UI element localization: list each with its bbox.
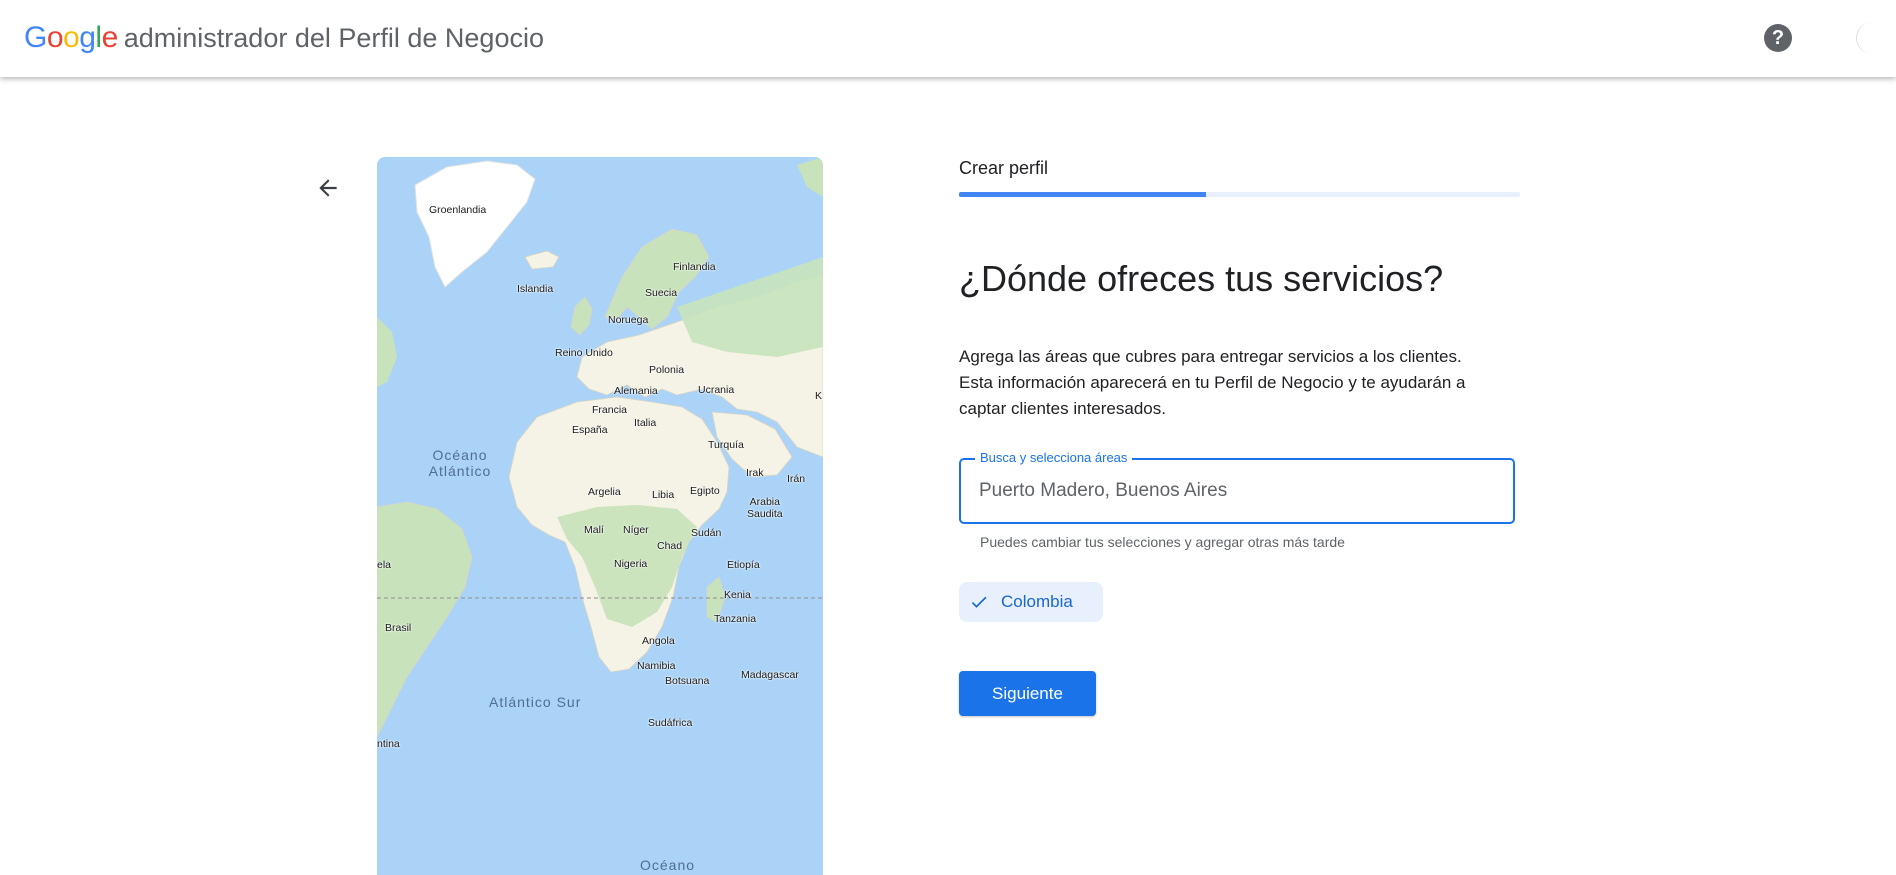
asia-edge [797,157,823,197]
map-label: Reino Unido [555,347,613,359]
map-label: Sudáfrica [648,717,693,729]
world-map[interactable]: Groenlandia Islandia Finlandia Suecia No… [377,157,823,875]
description-line: Agrega las áreas que cubres para entrega… [959,347,1462,366]
account-avatar[interactable] [1856,22,1889,54]
description-line: captar clientes interesados. [959,399,1166,418]
map-label: Argelia [588,486,621,498]
map-label: Brasil [385,622,412,634]
map-label: Italia [634,417,657,429]
map-label: Etiopía [727,559,760,571]
ocean-label: Océano [640,857,696,873]
ocean-label: Atlántico Sur [489,694,582,710]
brand[interactable]: Google administrador del Perfil de Negoc… [24,20,544,56]
ocean-label-line: Atlántico [428,463,492,479]
south-america-shape [377,501,473,738]
helper-text: Puedes cambiar tus selecciones y agregar… [980,534,1345,550]
map-label: Francia [592,404,628,416]
map-label: Nigeria [614,558,648,570]
map-label: Kenia [724,589,751,601]
help-symbol: ? [1771,26,1785,49]
search-label: Busca y selecciona áreas [975,450,1133,465]
map-label: Angola [642,635,675,647]
step-label: Crear perfil [959,158,1049,178]
map-label: ela [377,559,392,571]
map-label: Noruega [608,314,649,326]
map-label: Botsuana [665,675,710,687]
map-label: Libia [652,489,675,501]
selected-area-chip[interactable]: Colombia [959,582,1103,622]
map-label: Polonia [649,364,685,376]
arrow-left-icon [319,179,337,197]
greenland-shape [414,160,536,288]
map-label: Chad [657,540,683,552]
britain-shape [570,296,593,336]
map-label-line: Saudita [747,508,783,520]
check-icon [971,596,987,608]
map-label: España [572,424,608,436]
area-search-input[interactable] [979,476,1499,506]
ocean-label: Océano Atlántico [415,447,505,479]
map-label: Sudán [691,527,722,539]
map-label: Alemania [614,385,658,397]
map-label-line: Arabia [749,496,780,508]
map-label: Islandia [517,283,554,295]
area-search-field[interactable]: Busca y selecciona áreas [959,450,1515,524]
app-header: Google administrador del Perfil de Negoc… [0,0,1896,77]
progress-bar [959,192,1520,197]
product-name: administrador del Perfil de Negocio [123,22,544,53]
map-label: Groenlandia [429,204,487,216]
back-button[interactable] [308,168,348,208]
progress-fill [959,192,1206,197]
map-label: K [815,390,823,402]
map-label: Suecia [645,287,678,299]
chip-label: Colombia [1001,592,1073,611]
google-logo: Google [24,21,118,54]
map-label: Turquía [708,439,744,451]
map-label: Finlandia [673,261,716,273]
map-label: Egipto [690,485,720,497]
map-label: Madagascar [741,669,799,681]
map-label: Irán [787,473,806,485]
north-america-edge [377,317,397,387]
map-label: Ucrania [698,384,735,396]
map-label: Namibia [637,660,676,672]
map-label: Níger [623,524,649,536]
map-label: Tanzania [714,613,757,625]
map-label: ntina [377,738,400,750]
description: Agrega las áreas que cubres para entrega… [959,344,1539,422]
page-title: ¿Dónde ofreces tus servicios? [959,258,1444,299]
map-label: Malí [584,524,604,536]
map-label: Irak [746,467,764,479]
ocean-label-line: Océano [432,447,488,463]
iceland-shape [524,250,560,270]
help-circle-icon[interactable]: ? [1764,24,1792,52]
next-button[interactable]: Siguiente [959,671,1096,716]
description-line: Esta información aparecerá en tu Perfil … [959,373,1466,392]
map-label: Arabia Saudita [747,496,783,520]
